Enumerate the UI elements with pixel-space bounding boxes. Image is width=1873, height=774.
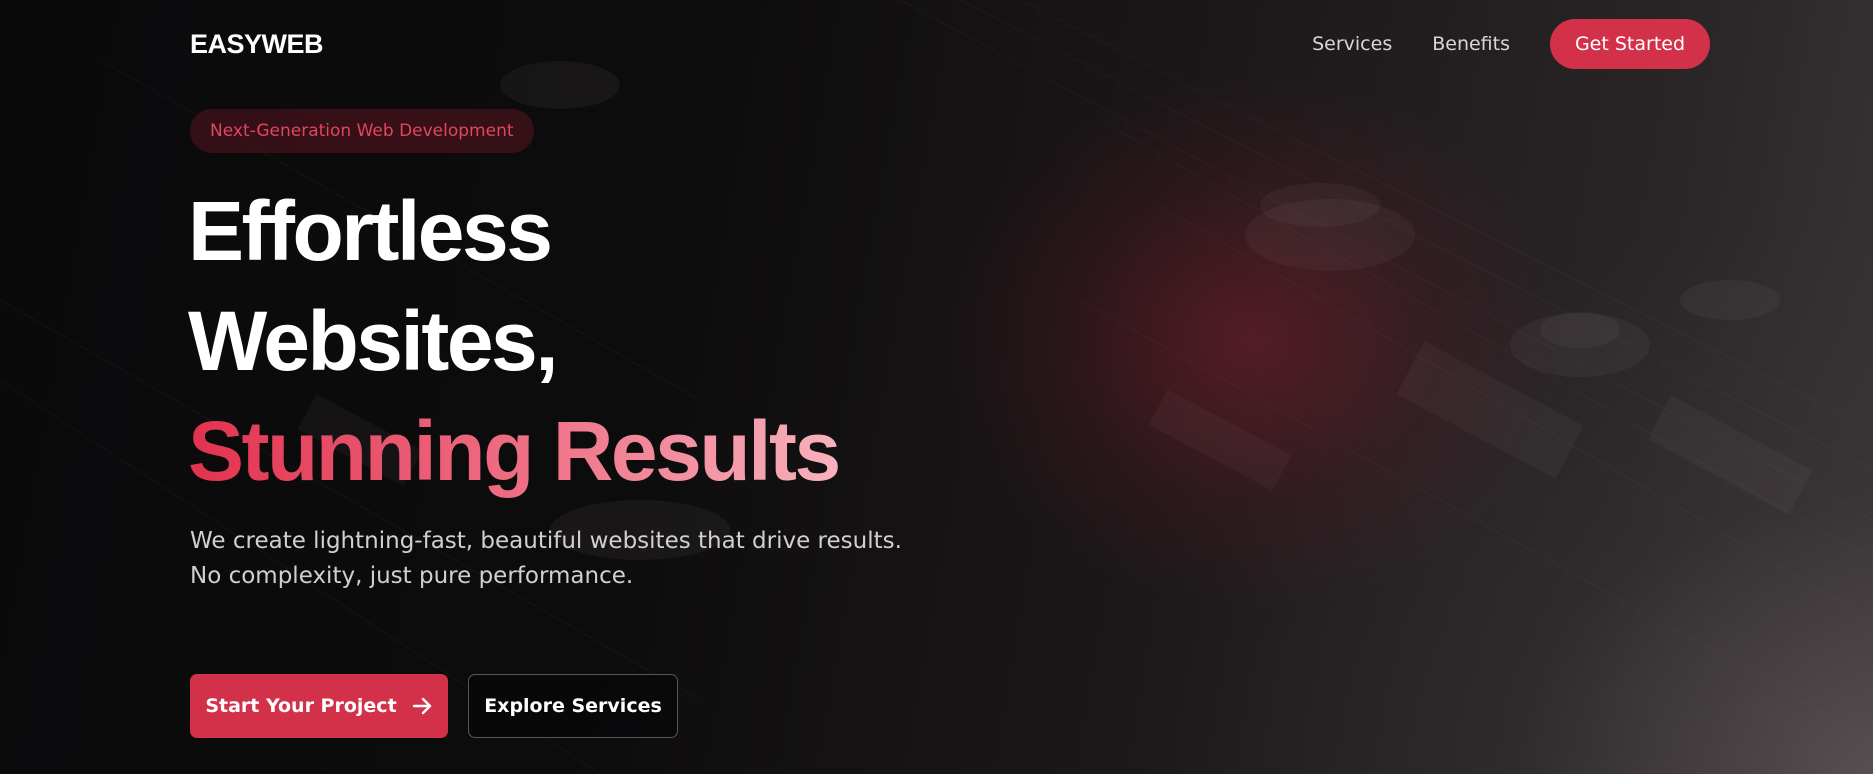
nav-link-services[interactable]: Services [1312, 33, 1392, 55]
tagline-badge: Next-Generation Web Development [190, 109, 534, 153]
start-project-label: Start Your Project [205, 695, 397, 717]
arrow-right-icon [411, 695, 433, 717]
hero-page: EASYWEB Services Benefits Get Started Ne… [0, 0, 1873, 774]
main-nav: Services Benefits Get Started [1312, 19, 1710, 69]
hero-actions: Start Your Project Explore Services [190, 674, 678, 738]
logo[interactable]: EASYWEB [190, 29, 324, 60]
hero-headline: Effortless Websites, Stunning Results [188, 176, 841, 506]
headline-line-1: Effortless [188, 184, 553, 278]
hero-subtext: We create lightning-fast, beautiful webs… [190, 528, 902, 589]
explore-services-button[interactable]: Explore Services [468, 674, 678, 738]
headline-line-2: Websites, [188, 294, 559, 388]
start-project-button[interactable]: Start Your Project [190, 674, 448, 738]
site-header: EASYWEB Services Benefits Get Started [190, 18, 1710, 70]
get-started-button[interactable]: Get Started [1550, 19, 1710, 69]
nav-link-benefits[interactable]: Benefits [1432, 33, 1510, 55]
headline-accent: Stunning Results [188, 396, 841, 506]
